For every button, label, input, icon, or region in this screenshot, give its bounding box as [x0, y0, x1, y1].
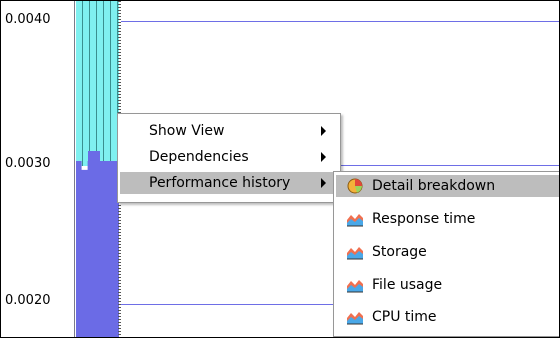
- submenu-item-label: File usage: [372, 277, 443, 293]
- submenu-item-detail-breakdown[interactable]: Detail breakdown: [336, 175, 559, 197]
- y-tick-label: 0.0040: [5, 12, 51, 27]
- y-tick-label: 0.0020: [5, 293, 51, 308]
- bar-segment-bottom[interactable]: [76, 161, 119, 337]
- area-chart-icon: [347, 214, 363, 227]
- submenu-arrow-icon: [321, 178, 326, 188]
- submenu-item-label: CPU time: [372, 309, 437, 325]
- menu-item-label: Dependencies: [149, 149, 249, 165]
- submenu-arrow-icon: [321, 152, 326, 162]
- bar-segment-top[interactable]: [76, 1, 119, 166]
- submenu-item-label: Storage: [372, 244, 427, 260]
- submenu-item-cpu-time[interactable]: CPU time: [336, 306, 559, 328]
- gridline: [121, 304, 341, 305]
- y-tick-label: 0.0030: [5, 156, 51, 171]
- menu-item-dependencies[interactable]: Dependencies: [120, 146, 338, 168]
- y-axis-line: [74, 1, 75, 337]
- menu-item-label: Show View: [149, 123, 225, 139]
- context-menu: Show View Dependencies Performance histo…: [117, 113, 341, 203]
- submenu-item-file-usage[interactable]: File usage: [336, 274, 559, 296]
- area-chart-icon: [347, 280, 363, 293]
- submenu-item-label: Response time: [372, 211, 476, 227]
- submenu-item-label: Detail breakdown: [372, 178, 496, 194]
- pie-chart-icon: [347, 178, 363, 194]
- submenu: Detail breakdown Response time Storage F…: [333, 171, 559, 337]
- chart-window: 0.0040 0.0030 0.0020 Show View Dependenc…: [0, 0, 560, 338]
- submenu-arrow-icon: [321, 126, 326, 136]
- area-chart-icon: [347, 247, 363, 260]
- submenu-item-response-time[interactable]: Response time: [336, 208, 559, 230]
- submenu-item-storage[interactable]: Storage: [336, 241, 559, 263]
- menu-item-performance-history[interactable]: Performance history: [120, 172, 338, 194]
- menu-item-label: Performance history: [149, 175, 291, 191]
- area-chart-icon: [347, 312, 363, 325]
- gridline: [341, 165, 559, 166]
- gridline: [121, 21, 559, 22]
- menu-item-show-view[interactable]: Show View: [120, 120, 338, 142]
